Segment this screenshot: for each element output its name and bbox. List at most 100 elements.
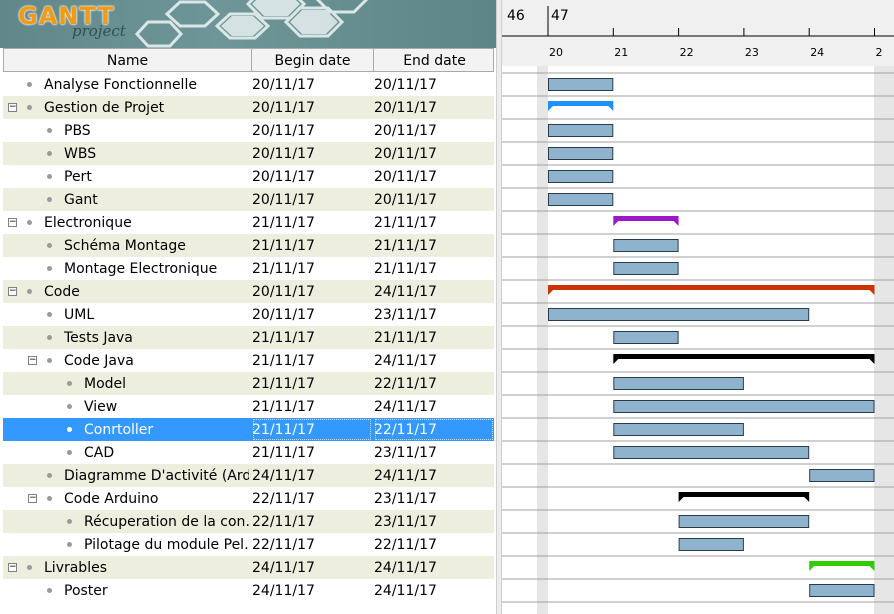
task-bar[interactable]: [548, 170, 614, 183]
name-cell[interactable]: − Code Java: [3, 349, 249, 372]
table-row[interactable]: Pilotage du module Pel… 22/11/17 22/11/17: [3, 533, 494, 556]
task-bar[interactable]: [548, 78, 614, 91]
table-row[interactable]: Poster 24/11/17 24/11/17: [3, 579, 494, 602]
end-date-cell[interactable]: 24/11/17: [374, 579, 494, 602]
name-cell[interactable]: Tests Java: [3, 326, 249, 349]
end-date-cell[interactable]: 22/11/17: [374, 418, 494, 441]
summary-bar[interactable]: [613, 354, 875, 364]
name-cell[interactable]: − Livrables: [3, 556, 249, 579]
task-bar[interactable]: [809, 584, 875, 597]
task-bar[interactable]: [678, 515, 810, 528]
task-bar[interactable]: [613, 377, 744, 390]
table-row[interactable]: Montage Electronique 21/11/17 21/11/17: [3, 257, 494, 280]
begin-date-cell[interactable]: 21/11/17: [252, 257, 372, 280]
end-date-cell[interactable]: 23/11/17: [374, 510, 494, 533]
table-row[interactable]: Diagramme D'activité (Ard… 24/11/17 24/11/…: [3, 464, 494, 487]
begin-date-cell[interactable]: 20/11/17: [252, 73, 372, 96]
begin-date-cell[interactable]: 20/11/17: [252, 142, 372, 165]
table-row[interactable]: Pert 20/11/17 20/11/17: [3, 165, 494, 188]
name-cell[interactable]: Récuperation de la con…: [3, 510, 249, 533]
begin-date-cell[interactable]: 21/11/17: [252, 395, 372, 418]
begin-date-cell[interactable]: 21/11/17: [252, 326, 372, 349]
task-bar[interactable]: [548, 308, 810, 321]
end-date-cell[interactable]: 23/11/17: [374, 487, 494, 510]
column-header-name[interactable]: Name: [4, 49, 252, 71]
collapse-toggle-icon[interactable]: −: [8, 287, 17, 296]
summary-bar[interactable]: [548, 101, 614, 111]
name-cell[interactable]: Model: [3, 372, 249, 395]
summary-bar[interactable]: [548, 285, 875, 295]
begin-date-cell[interactable]: 20/11/17: [252, 119, 372, 142]
name-cell[interactable]: CAD: [3, 441, 249, 464]
name-cell[interactable]: UML: [3, 303, 249, 326]
end-date-cell[interactable]: 21/11/17: [374, 211, 494, 234]
name-cell[interactable]: Schéma Montage: [3, 234, 249, 257]
table-row[interactable]: Récuperation de la con… 22/11/17 23/11/17: [3, 510, 494, 533]
table-row[interactable]: Gant 20/11/17 20/11/17: [3, 188, 494, 211]
table-row[interactable]: CAD 21/11/17 23/11/17: [3, 441, 494, 464]
task-bar[interactable]: [548, 193, 614, 206]
name-cell[interactable]: − Gestion de Projet: [3, 96, 249, 119]
end-date-cell[interactable]: 20/11/17: [374, 142, 494, 165]
summary-bar[interactable]: [678, 492, 810, 502]
table-row[interactable]: Tests Java 21/11/17 21/11/17: [3, 326, 494, 349]
name-cell[interactable]: − Code: [3, 280, 249, 303]
name-cell[interactable]: Conrtoller: [3, 418, 249, 441]
name-cell[interactable]: Analyse Fonctionnelle: [3, 73, 249, 96]
end-date-cell[interactable]: 24/11/17: [374, 395, 494, 418]
summary-bar[interactable]: [613, 216, 679, 226]
table-row[interactable]: − Code Java 21/11/17 24/11/17: [3, 349, 494, 372]
task-bar[interactable]: [548, 147, 614, 160]
task-bar[interactable]: [678, 538, 744, 551]
task-bar[interactable]: [613, 446, 810, 459]
table-row[interactable]: Conrtoller 21/11/17 22/11/17: [3, 418, 494, 441]
task-bar[interactable]: [809, 469, 875, 482]
name-cell[interactable]: − Code Arduino: [3, 487, 249, 510]
name-cell[interactable]: View: [3, 395, 249, 418]
name-cell[interactable]: Gant: [3, 188, 249, 211]
begin-date-cell[interactable]: 24/11/17: [252, 556, 372, 579]
begin-date-cell[interactable]: 21/11/17: [252, 418, 372, 441]
task-bar[interactable]: [613, 262, 679, 275]
collapse-toggle-icon[interactable]: −: [28, 494, 37, 503]
end-date-cell[interactable]: 23/11/17: [374, 303, 494, 326]
name-cell[interactable]: Pilotage du module Pel…: [3, 533, 249, 556]
table-row[interactable]: − Code Arduino 22/11/17 23/11/17: [3, 487, 494, 510]
collapse-toggle-icon[interactable]: −: [28, 356, 37, 365]
summary-bar[interactable]: [809, 561, 875, 571]
name-cell[interactable]: WBS: [3, 142, 249, 165]
begin-date-cell[interactable]: 20/11/17: [252, 303, 372, 326]
end-date-cell[interactable]: 20/11/17: [374, 119, 494, 142]
name-cell[interactable]: Diagramme D'activité (Ard…: [3, 464, 249, 487]
end-date-cell[interactable]: 20/11/17: [374, 188, 494, 211]
end-date-cell[interactable]: 23/11/17: [374, 441, 494, 464]
name-cell[interactable]: PBS: [3, 119, 249, 142]
begin-date-cell[interactable]: 20/11/17: [252, 188, 372, 211]
table-row[interactable]: UML 20/11/17 23/11/17: [3, 303, 494, 326]
end-date-cell[interactable]: 22/11/17: [374, 533, 494, 556]
begin-date-cell[interactable]: 24/11/17: [252, 579, 372, 602]
end-date-cell[interactable]: 20/11/17: [374, 73, 494, 96]
table-row[interactable]: Schéma Montage 21/11/17 21/11/17: [3, 234, 494, 257]
collapse-toggle-icon[interactable]: −: [8, 103, 17, 112]
name-cell[interactable]: − Electronique: [3, 211, 249, 234]
table-row[interactable]: − Code 20/11/17 24/11/17: [3, 280, 494, 303]
task-bar[interactable]: [613, 239, 679, 252]
table-row[interactable]: WBS 20/11/17 20/11/17: [3, 142, 494, 165]
task-bar[interactable]: [613, 400, 875, 413]
end-date-cell[interactable]: 20/11/17: [374, 96, 494, 119]
column-header-end-date[interactable]: End date: [374, 49, 495, 71]
task-bar[interactable]: [613, 331, 679, 344]
begin-date-cell[interactable]: 22/11/17: [252, 487, 372, 510]
collapse-toggle-icon[interactable]: −: [8, 563, 17, 572]
begin-date-cell[interactable]: 21/11/17: [252, 441, 372, 464]
end-date-cell[interactable]: 22/11/17: [374, 372, 494, 395]
begin-date-cell[interactable]: 21/11/17: [252, 372, 372, 395]
begin-date-cell[interactable]: 20/11/17: [252, 280, 372, 303]
end-date-cell[interactable]: 24/11/17: [374, 464, 494, 487]
begin-date-cell[interactable]: 20/11/17: [252, 96, 372, 119]
begin-date-cell[interactable]: 21/11/17: [252, 211, 372, 234]
collapse-toggle-icon[interactable]: −: [8, 218, 17, 227]
table-row[interactable]: − Gestion de Projet 20/11/17 20/11/17: [3, 96, 494, 119]
begin-date-cell[interactable]: 20/11/17: [252, 165, 372, 188]
